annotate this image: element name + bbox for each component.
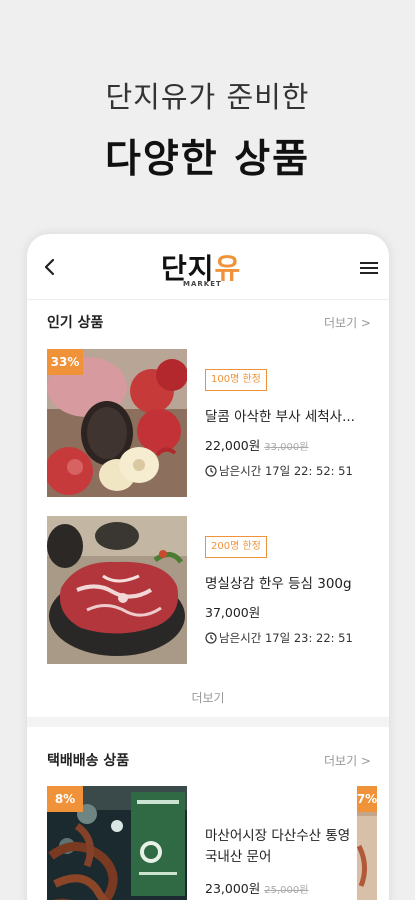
back-icon[interactable] (39, 256, 61, 278)
product-card[interactable]: 33% 100명 한정 달콤 아삭한 부사 세척사... 22,000원 33,0… (47, 349, 367, 497)
discount-badge: 33% (47, 349, 83, 375)
product-card[interactable]: 200명 한정 명실상감 한우 등심 300g 37,000원 남은시간 17일… (47, 516, 367, 664)
clock-icon (205, 632, 217, 644)
clock-icon (205, 465, 217, 477)
popular-section-header: 인기 상품 더보기 > (27, 306, 389, 336)
product-card-partial[interactable]: 7% (357, 786, 377, 900)
timer-text: 남은시간 17일 23: 22: 51 (219, 631, 353, 645)
hero-title: 다양한 상품 (105, 137, 310, 182)
phone-screen: 단지유 MARKET 인기 상품 더보기 > 33% 100명 한정 달콤 아삭… (27, 234, 389, 900)
more-link[interactable]: 더보기 > (324, 752, 371, 769)
product-name: 명실상감 한우 등심 300g (205, 576, 352, 592)
product-image: 8% (47, 786, 187, 900)
product-image: 33% (47, 349, 187, 497)
logo-subtext: MARKET (183, 280, 222, 288)
price-row: 23,000원 25,000원 (205, 878, 308, 897)
product-name: 달콤 아삭한 부사 세척사... (205, 409, 355, 425)
original-price: 25,000원 (264, 885, 309, 896)
product-price: 37,000원 (205, 605, 261, 620)
load-more-button[interactable]: 더보기 (27, 689, 389, 706)
hero-subtitle: 단지유가 준비한 (105, 80, 310, 114)
product-name: 마산어시장 다산수산 통영 국내산 문어 (205, 828, 351, 865)
price-row: 22,000원 33,000원 (205, 435, 308, 454)
discount-badge: 7% (357, 786, 377, 812)
product-price: 22,000원 (205, 438, 261, 453)
beef-image (47, 516, 187, 664)
app-header: 단지유 MARKET (27, 234, 389, 300)
price-row: 37,000원 (205, 602, 260, 621)
product-info: 200명 한정 명실상감 한우 등심 300g 37,000원 남은시간 17일… (205, 516, 377, 664)
product-info: 100명 한정 달콤 아삭한 부사 세척사... 22,000원 33,000원 … (205, 349, 377, 497)
menu-icon[interactable] (360, 260, 378, 276)
product-price: 23,000원 (205, 881, 261, 896)
section-divider (27, 717, 389, 727)
delivery-section-header: 택배배송 상품 더보기 > (27, 744, 389, 774)
section-title: 인기 상품 (47, 315, 104, 331)
limit-badge: 100명 한정 (205, 369, 267, 391)
timer-text: 남은시간 17일 22: 52: 51 (219, 464, 353, 478)
product-image (47, 516, 187, 664)
discount-badge: 8% (47, 786, 83, 812)
remaining-time: 남은시간 17일 23: 22: 51 (205, 630, 353, 646)
section-title: 택배배송 상품 (47, 753, 130, 769)
more-link[interactable]: 더보기 > (324, 314, 371, 331)
remaining-time: 남은시간 17일 22: 52: 51 (205, 463, 353, 479)
original-price: 33,000원 (264, 442, 309, 453)
limit-badge: 200명 한정 (205, 536, 267, 558)
logo[interactable]: 단지유 MARKET (161, 247, 261, 291)
